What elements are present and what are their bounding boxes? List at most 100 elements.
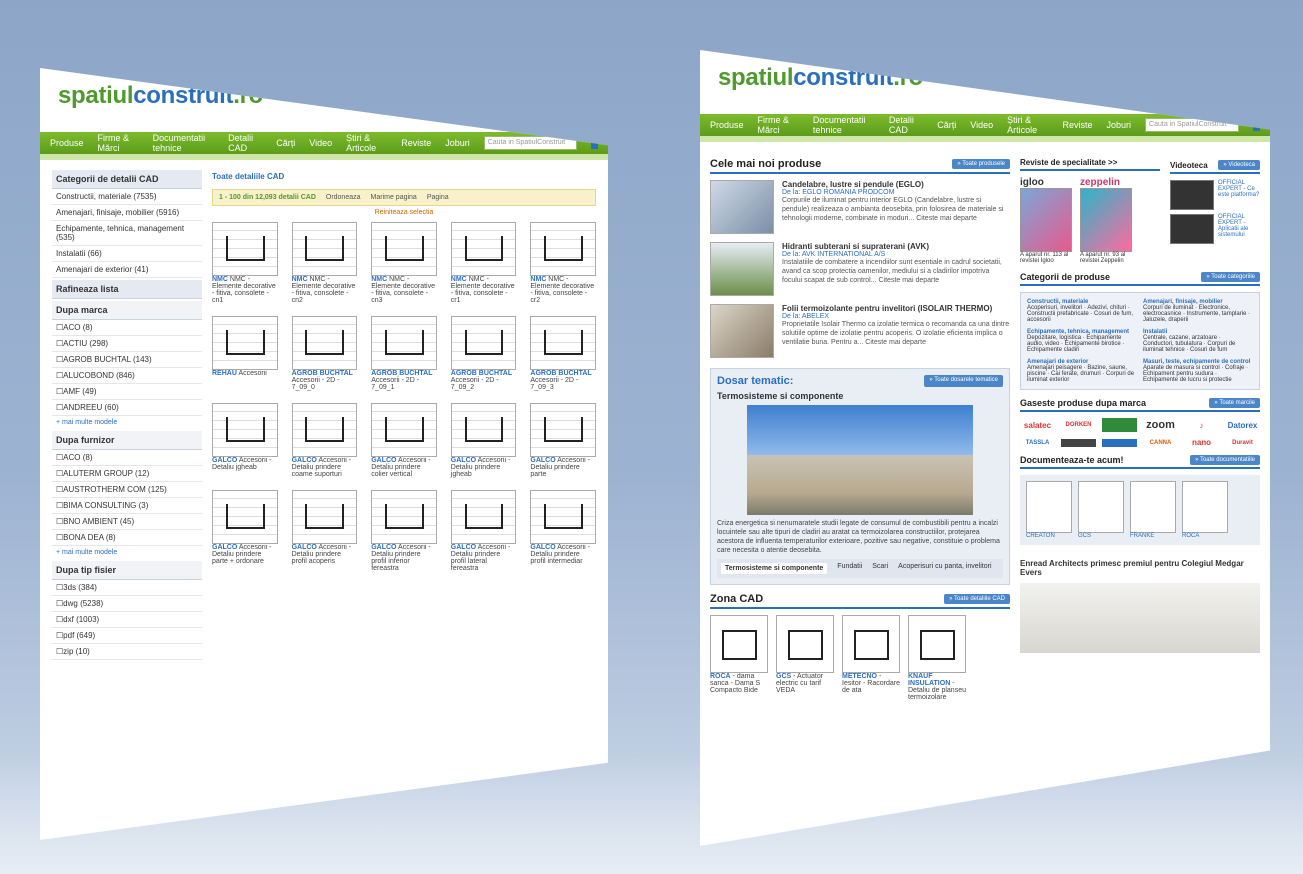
cad-thumbnail[interactable] (212, 222, 278, 276)
brand-logo[interactable]: zoom (1143, 419, 1178, 431)
product-image[interactable] (710, 304, 774, 358)
cad-thumbnail[interactable] (212, 316, 278, 370)
cad-thumbnail[interactable] (530, 490, 596, 544)
dossier-tab[interactable]: Termosisteme si componente (721, 563, 828, 575)
doc-thumbnail[interactable] (1026, 481, 1072, 533)
brand-filter[interactable]: AMF (49) (52, 384, 202, 400)
brand-logo[interactable]: ♪ (1184, 421, 1219, 430)
cad-brand[interactable]: NMC (292, 276, 308, 283)
product-supplier[interactable]: De la: ABELEX (782, 313, 1010, 320)
cad-thumbnail[interactable] (530, 403, 596, 457)
cad-thumbnail[interactable] (371, 490, 437, 544)
doc-item[interactable]: FRANKE (1130, 481, 1176, 539)
category-item[interactable]: Instalatii (66) (52, 246, 202, 262)
brand-logo[interactable]: nano (1184, 438, 1219, 447)
brand-logo[interactable] (1061, 438, 1096, 447)
news-headline[interactable]: Enread Architects primesc premiul pentru… (1020, 559, 1260, 577)
category-group-items[interactable]: Aparate de masura si control · Cofraje ·… (1143, 365, 1253, 383)
video-item[interactable]: OFFICIAL EXPERT - Ce este platforma? (1170, 180, 1260, 210)
cad-brand[interactable]: NMC (212, 276, 228, 283)
dossier-tab[interactable]: Acoperisuri cu panta, invelitori (898, 563, 991, 574)
cad-thumbnail[interactable] (371, 403, 437, 457)
brand-logo[interactable]: Datorex (1225, 421, 1260, 430)
cad-brand[interactable]: GALCO (530, 457, 555, 464)
nav-item[interactable]: Detalii CAD (889, 115, 923, 135)
category-group-items[interactable]: Depozitare, logistica · Echipamente audi… (1027, 335, 1137, 353)
nav-item[interactable]: Reviste (1063, 120, 1093, 130)
cad-item[interactable]: AGROB BUCHTAL Accesorii - 2D - 7_09_0 (291, 316, 358, 391)
cad-brand[interactable]: KNAUF INSULATION (908, 673, 950, 687)
doc-brand[interactable]: ROCA (1182, 533, 1199, 539)
brand-filter[interactable]: AGROB BUCHTAL (143) (52, 352, 202, 368)
video-thumbnail[interactable] (1170, 180, 1214, 210)
cad-brand[interactable]: GCS (776, 673, 791, 680)
cad-brand[interactable]: GALCO (212, 457, 237, 464)
nav-item[interactable]: Știri & Articole (346, 133, 387, 153)
nav-item[interactable]: Detalii CAD (228, 133, 262, 153)
doc-thumbnail[interactable] (1182, 481, 1228, 533)
cad-brand[interactable]: AGROB BUCHTAL (451, 370, 512, 377)
cad-brand[interactable]: GALCO (530, 544, 555, 551)
cad-item[interactable]: AGROB BUCHTAL Accesorii - 2D - 7_09_1 (371, 316, 437, 391)
video-thumbnail[interactable] (1170, 214, 1214, 244)
cad-thumbnail[interactable] (450, 403, 517, 457)
cad-brand[interactable]: GALCO (451, 544, 476, 551)
product-image[interactable] (710, 242, 774, 296)
nav-item[interactable]: Știri & Articole (1007, 115, 1048, 135)
more-link[interactable]: + mai multe modele (52, 416, 202, 429)
brand-logo[interactable]: CANNA (1143, 440, 1178, 446)
cad-brand[interactable]: NMC (371, 276, 387, 283)
cad-thumbnail[interactable] (776, 615, 834, 674)
cad-zone-item[interactable]: METECNO - Iesitor - Racordare de ata (842, 615, 900, 701)
doc-brand[interactable]: FRANKE (1130, 533, 1154, 539)
video-item[interactable]: OFFICIAL EXPERT - Aplicatii ale sistemul… (1170, 214, 1260, 244)
cad-item[interactable]: NMC NMC - Elemente decorative - fitiva, … (291, 222, 358, 304)
cad-brand[interactable]: GALCO (451, 457, 476, 464)
nav-item[interactable]: Produse (50, 138, 84, 148)
product-supplier[interactable]: De la: EGLO ROMANIA PRODCOM (782, 189, 1010, 196)
product-card[interactable]: Candelabre, lustre si pendule (EGLO) De … (710, 180, 1010, 234)
all-docs-button[interactable]: » Toate documentatiile (1190, 455, 1260, 465)
doc-item[interactable]: GCS (1078, 481, 1124, 539)
site-logo[interactable]: spatiulconstruit.ro (718, 64, 1270, 92)
doc-brand[interactable]: GCS (1078, 533, 1091, 539)
magazine-cover[interactable] (1020, 188, 1072, 252)
cad-item[interactable]: GALCO Accesorii - Detaliu prindere jghea… (450, 403, 517, 478)
cad-thumbnail[interactable] (710, 615, 768, 674)
all-cad-button[interactable]: » Toate detaliile CAD (944, 594, 1010, 605)
cad-brand[interactable]: METECNO (842, 673, 877, 680)
more-link[interactable]: + mai multe modele (52, 546, 202, 559)
supplier-filter[interactable]: BIMA CONSULTING (3) (52, 498, 202, 514)
cad-item[interactable]: GALCO Accesorii - Detaliu prindere profi… (371, 490, 437, 572)
brand-filter[interactable]: ACO (8) (52, 320, 202, 336)
doc-thumbnail[interactable] (1130, 481, 1176, 533)
cad-brand[interactable]: GALCO (292, 457, 317, 464)
nav-item[interactable]: Firme & Mărci (758, 115, 799, 135)
filetype-filter[interactable]: dxf (1003) (52, 612, 202, 628)
cad-zone-item[interactable]: ROCA - dama sanca - Dama S Compacto Bide (710, 615, 768, 701)
video-caption[interactable]: OFFICIAL EXPERT - Ce este platforma? (1218, 180, 1260, 210)
cad-brand[interactable]: AGROB BUCHTAL (530, 370, 591, 377)
cad-item[interactable]: REHAU Accesorii (212, 316, 278, 391)
cad-thumbnail[interactable] (371, 222, 437, 276)
cad-item[interactable]: GALCO Accesorii - Detaliu prindere colie… (371, 403, 437, 478)
all-categories-button[interactable]: » Toate categoriile (1201, 272, 1260, 282)
nav-item[interactable]: Firme & Mărci (98, 133, 139, 153)
category-group-items[interactable]: Corpuri de iluminat · Electronice, elect… (1143, 305, 1253, 323)
product-card[interactable]: Folii termoizolante pentru invelitori (I… (710, 304, 1010, 358)
cad-brand[interactable]: GALCO (371, 544, 396, 551)
all-dossiers-button[interactable]: » Toate dosarele tematice (924, 375, 1003, 387)
brand-logo[interactable] (1102, 418, 1137, 432)
cad-item[interactable]: NMC NMC - Elemente decorative - fitiva, … (530, 222, 596, 304)
cad-thumbnail[interactable] (842, 615, 900, 674)
cad-thumbnail[interactable] (450, 222, 517, 276)
supplier-filter[interactable]: AUSTROTHERM COM (125) (52, 482, 202, 498)
filetype-filter[interactable]: pdf (649) (52, 628, 202, 644)
magazine-item[interactable]: igloo A aparut nr. 113 al revistei Igloo (1020, 177, 1072, 264)
magazine-item[interactable]: zeppelin A aparut nr. 93 al revistei Zep… (1080, 177, 1132, 264)
cad-thumbnail[interactable] (291, 490, 358, 544)
cad-item[interactable]: GALCO Accesorii - Detaliu prindere profi… (450, 490, 517, 572)
cad-thumbnail[interactable] (212, 490, 278, 544)
cad-thumbnail[interactable] (530, 222, 596, 276)
nav-item[interactable]: Cărți (276, 138, 295, 148)
